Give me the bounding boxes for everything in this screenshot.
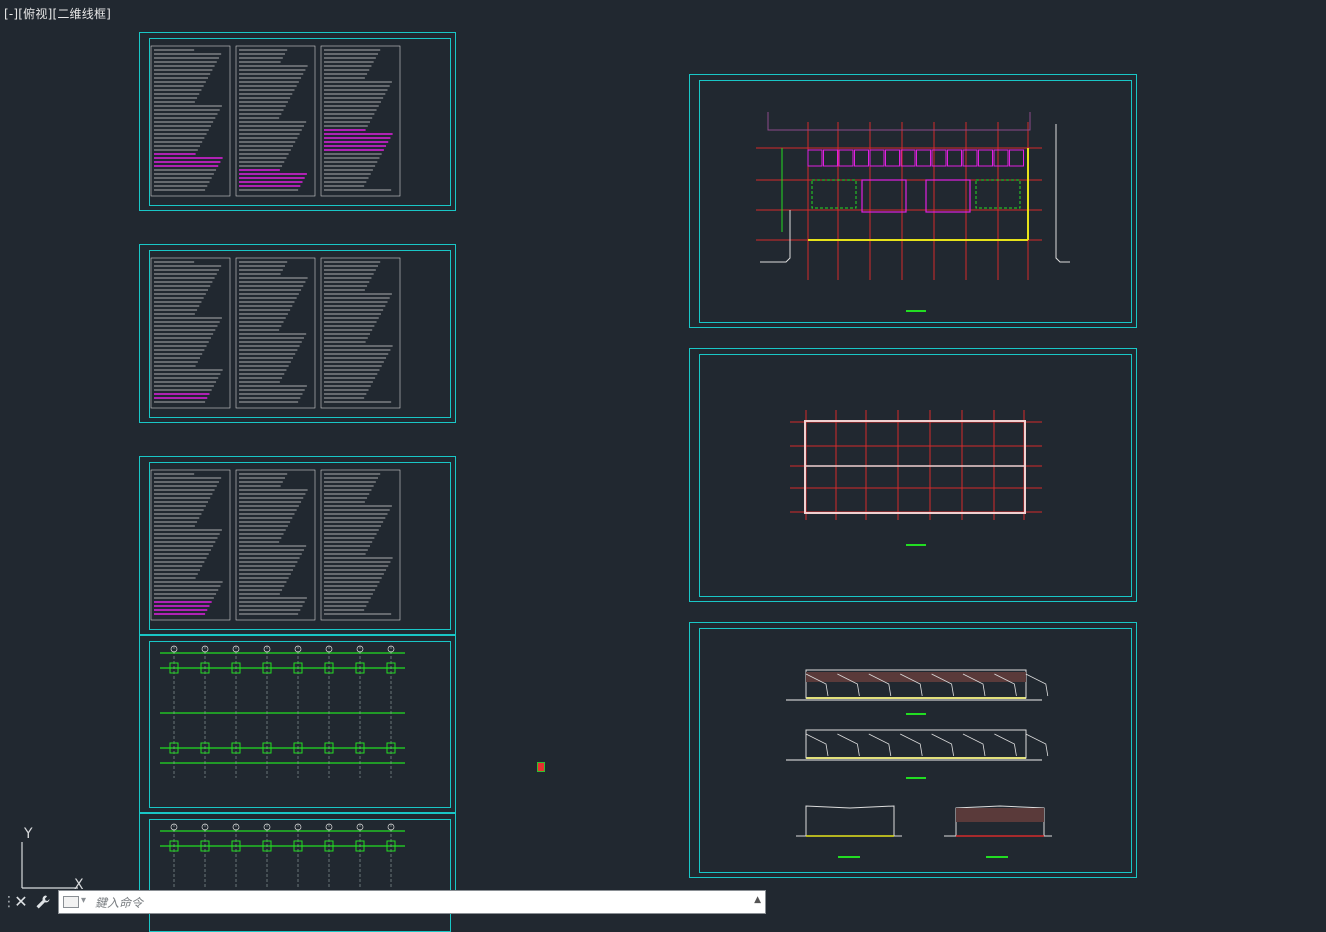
ucs-icon: Y X: [21, 826, 84, 892]
history-up-icon[interactable]: ▲: [754, 895, 761, 905]
close-icon[interactable]: ✕: [12, 891, 30, 913]
command-prompt-icon[interactable]: [63, 896, 79, 908]
selection-marker[interactable]: [537, 762, 545, 772]
command-input-box[interactable]: ▾ ▲: [58, 890, 766, 914]
command-line-bar: ⋮ ✕ ▾ ▲: [0, 888, 770, 916]
model-space-drawing: [150, 45, 1070, 888]
command-input[interactable]: [93, 893, 737, 913]
drag-handle-icon[interactable]: ⋮: [2, 892, 16, 912]
wrench-icon[interactable]: [34, 891, 52, 913]
plan-drawings: [160, 112, 1070, 888]
chevron-down-icon[interactable]: ▾: [81, 895, 86, 906]
ucs-y-label: Y: [23, 826, 33, 842]
notes-text-lines: [150, 45, 401, 621]
